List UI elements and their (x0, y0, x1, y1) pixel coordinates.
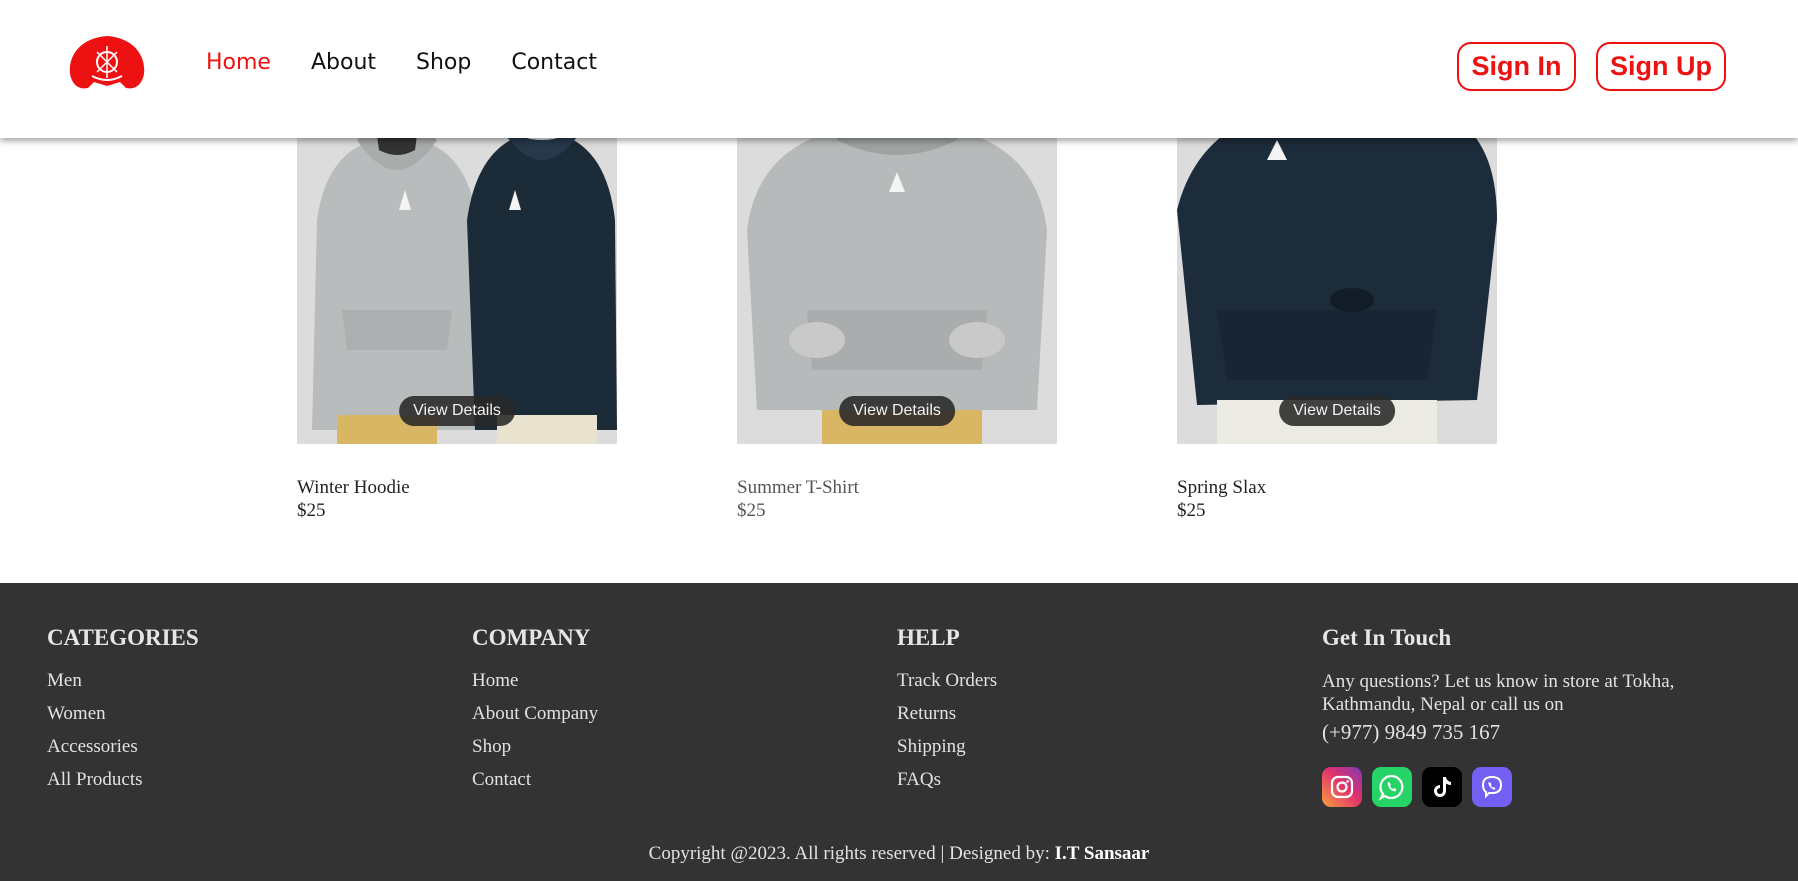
footer-heading: CATEGORIES (47, 625, 199, 650)
product-image[interactable]: View Details (1177, 110, 1497, 444)
view-details-button[interactable]: View Details (399, 396, 515, 426)
footer-link-all-products[interactable]: All Products (47, 769, 199, 791)
nav-shop[interactable]: Shop (416, 50, 471, 75)
product-name[interactable]: Summer T-Shirt (737, 477, 1057, 499)
footer-link-contact[interactable]: Contact (472, 769, 598, 791)
view-details-button[interactable]: View Details (1279, 396, 1395, 426)
social-links (1322, 767, 1722, 807)
copyright: Copyright @2023. All rights reserved | D… (0, 843, 1798, 865)
view-details-button[interactable]: View Details (839, 396, 955, 426)
product-name[interactable]: Winter Hoodie (297, 477, 617, 499)
designer-brand[interactable]: I.T Sansaar (1055, 843, 1150, 864)
nav-contact[interactable]: Contact (511, 50, 597, 75)
footer-link-shipping[interactable]: Shipping (897, 736, 997, 758)
contact-phone[interactable]: (+977) 9849 735 167 (1322, 720, 1722, 745)
footer-link-men[interactable]: Men (47, 670, 199, 692)
product-card: View Details Spring Slax $25 (1177, 110, 1497, 522)
footer-link-women[interactable]: Women (47, 703, 199, 725)
product-card: View Details Winter Hoodie $25 (297, 110, 617, 522)
footer-categories: CATEGORIES Men Women Accessories All Pro… (47, 625, 199, 802)
viber-icon[interactable] (1472, 767, 1512, 807)
site-footer: CATEGORIES Men Women Accessories All Pro… (0, 583, 1798, 881)
footer-heading: HELP (897, 625, 960, 650)
product-name[interactable]: Spring Slax (1177, 477, 1497, 499)
footer-heading: Get In Touch (1322, 625, 1452, 650)
product-image[interactable]: View Details (737, 110, 1057, 444)
footer-link-accessories[interactable]: Accessories (47, 736, 199, 758)
footer-link-track-orders[interactable]: Track Orders (897, 670, 997, 692)
product-price: $25 (297, 500, 326, 521)
footer-link-shop[interactable]: Shop (472, 736, 598, 758)
footer-link-returns[interactable]: Returns (897, 703, 997, 725)
tiktok-icon[interactable] (1422, 767, 1462, 807)
product-price: $25 (737, 500, 766, 521)
footer-contact: Get In Touch Any questions? Let us know … (1322, 625, 1722, 807)
copyright-text: Copyright @2023. All rights reserved | D… (648, 843, 1055, 864)
nav-about[interactable]: About (311, 50, 376, 75)
product-image[interactable]: View Details (297, 110, 617, 444)
footer-company: COMPANY Home About Company Shop Contact (472, 625, 598, 802)
instagram-icon[interactable] (1322, 767, 1362, 807)
sign-up-button[interactable]: Sign Up (1596, 42, 1726, 91)
main-nav: Home About Shop Contact (206, 50, 597, 75)
brand-logo-icon[interactable] (66, 32, 148, 96)
footer-link-about-company[interactable]: About Company (472, 703, 598, 725)
footer-link-home[interactable]: Home (472, 670, 598, 692)
product-price: $25 (1177, 500, 1206, 521)
product-card: View Details Summer T-Shirt $25 (737, 110, 1057, 522)
contact-text: Any questions? Let us know in store at T… (1322, 671, 1675, 715)
whatsapp-icon[interactable] (1372, 767, 1412, 807)
nav-home[interactable]: Home (206, 50, 271, 75)
footer-heading: COMPANY (472, 625, 591, 650)
footer-link-faqs[interactable]: FAQs (897, 769, 997, 791)
footer-help: HELP Track Orders Returns Shipping FAQs (897, 625, 997, 802)
site-header: Home About Shop Contact Sign In Sign Up (0, 0, 1798, 138)
sign-in-button[interactable]: Sign In (1457, 42, 1576, 91)
